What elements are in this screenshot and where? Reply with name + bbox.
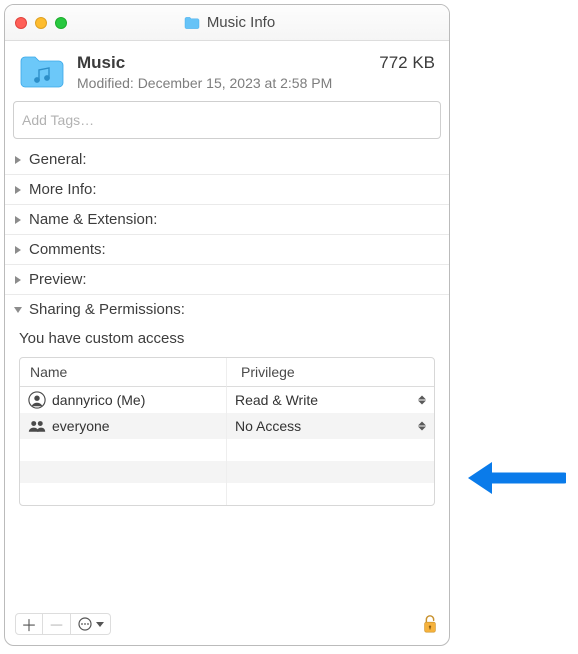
close-button[interactable]: [15, 17, 27, 29]
ellipsis-circle-icon: [78, 617, 92, 631]
item-size: 772 KB: [379, 53, 435, 73]
section-comments[interactable]: Comments:: [5, 235, 449, 265]
traffic-lights: [15, 17, 67, 29]
info-window: Music Info Music Modified: December 15, …: [4, 4, 450, 646]
chevron-right-icon: [13, 245, 23, 255]
perm-privilege: Read & Write: [235, 392, 318, 408]
section-label: More Info:: [29, 181, 97, 198]
chevron-right-icon: [13, 185, 23, 195]
section-more-info[interactable]: More Info:: [5, 175, 449, 205]
section-general[interactable]: General:: [5, 145, 449, 175]
chevron-down-icon: [13, 305, 23, 315]
single-user-icon: [28, 391, 46, 409]
table-row[interactable]: dannyrico (Me) Read & Write: [20, 387, 434, 413]
window-title: Music Info: [207, 14, 275, 31]
footer-toolbar: ＋ －: [5, 607, 449, 645]
perm-name: dannyrico (Me): [52, 392, 145, 408]
col-privilege: Privilege: [227, 358, 434, 387]
chevron-down-icon: [96, 622, 104, 627]
titlebar: Music Info: [5, 5, 449, 41]
perm-privilege: No Access: [235, 418, 301, 434]
folder-small-icon: [183, 16, 201, 30]
lock-icon[interactable]: [421, 614, 439, 634]
privilege-select[interactable]: Read & Write: [227, 387, 434, 413]
minimize-button[interactable]: [35, 17, 47, 29]
section-label: Sharing & Permissions:: [29, 301, 185, 318]
section-sharing-permissions[interactable]: Sharing & Permissions:: [5, 295, 449, 324]
section-label: General:: [29, 151, 87, 168]
action-menu-button[interactable]: [71, 613, 111, 635]
zoom-button[interactable]: [55, 17, 67, 29]
stepper-icon: [418, 396, 428, 405]
remove-button[interactable]: －: [43, 613, 71, 635]
permissions-table: Name Privilege dannyrico (Me) Read & Wri…: [19, 357, 435, 506]
col-name: Name: [20, 358, 227, 387]
modified-label: Modified: December 15, 2023 at 2:58 PM: [77, 75, 367, 91]
table-row[interactable]: everyone No Access: [20, 413, 434, 439]
add-button[interactable]: ＋: [15, 613, 43, 635]
tags-placeholder: Add Tags…: [22, 112, 94, 128]
callout-arrow-icon: [466, 456, 566, 500]
tags-field[interactable]: Add Tags…: [13, 101, 441, 139]
access-note: You have custom access: [19, 330, 439, 347]
section-label: Comments:: [29, 241, 106, 258]
chevron-right-icon: [13, 215, 23, 225]
stepper-icon: [418, 422, 428, 431]
perm-name: everyone: [52, 418, 110, 434]
group-icon: [28, 417, 46, 435]
item-name: Music: [77, 53, 367, 73]
folder-icon: [19, 53, 65, 91]
section-label: Preview:: [29, 271, 87, 288]
info-header: Music Modified: December 15, 2023 at 2:5…: [5, 41, 449, 101]
section-name-extension[interactable]: Name & Extension:: [5, 205, 449, 235]
privilege-select[interactable]: No Access: [227, 413, 434, 439]
section-label: Name & Extension:: [29, 211, 157, 228]
chevron-right-icon: [13, 275, 23, 285]
chevron-right-icon: [13, 155, 23, 165]
section-preview[interactable]: Preview:: [5, 265, 449, 295]
